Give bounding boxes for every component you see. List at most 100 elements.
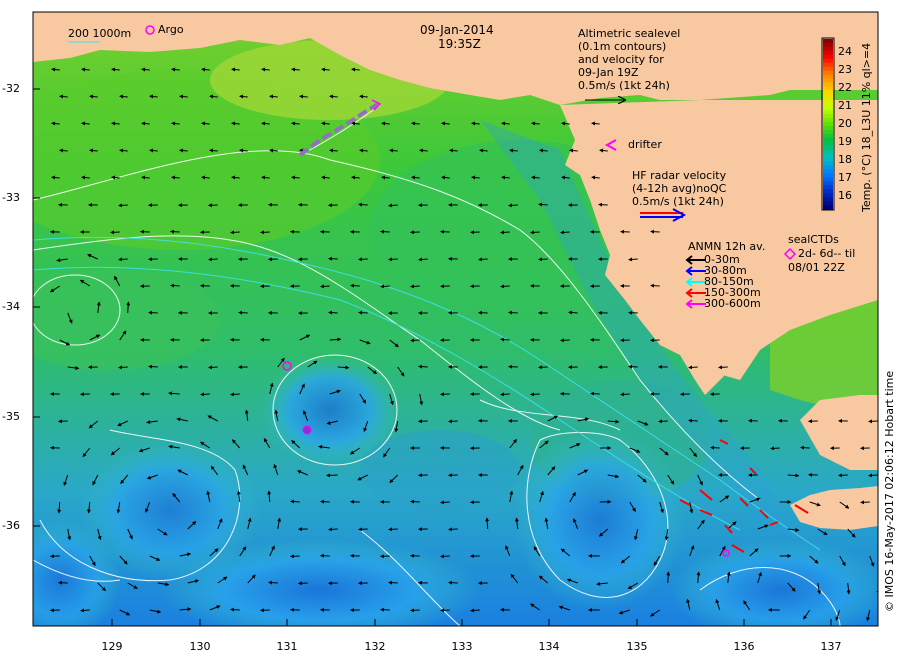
altimetry-legend-4: 09-Jan 19Z <box>578 66 639 79</box>
velocity-arrow <box>230 230 240 235</box>
argo-float <box>302 425 312 435</box>
velocity-arrow <box>418 364 428 369</box>
velocity-arrow <box>666 571 671 584</box>
velocity-arrow <box>628 364 638 369</box>
velocity-arrow <box>388 203 398 208</box>
velocity-arrow <box>448 419 458 424</box>
velocity-arrow <box>238 310 248 315</box>
velocity-arrow <box>508 203 518 208</box>
colorbar <box>821 37 835 211</box>
velocity-arrow <box>710 445 720 450</box>
colorbar-segment <box>823 114 833 119</box>
velocity-arrow <box>500 337 510 342</box>
colorbar-segment <box>823 133 833 139</box>
velocity-arrow <box>628 257 638 262</box>
colorbar-segment <box>823 173 833 178</box>
velocity-arrow <box>688 418 698 423</box>
velocity-arrow <box>148 364 158 369</box>
plot-date: 09-Jan-2014 <box>420 23 494 37</box>
velocity-arrow <box>568 310 578 315</box>
colorbar-segment <box>823 102 833 107</box>
colorbar-segment <box>823 106 833 111</box>
colorbar-segment <box>823 94 833 99</box>
velocity-arrow <box>118 257 128 262</box>
seal-legend-3: 08/01 22Z <box>788 261 845 274</box>
seal-legend-2: 2d- 6d-- til <box>798 247 856 260</box>
colorbar-segment <box>823 137 833 143</box>
sst-map <box>32 11 879 627</box>
velocity-arrow <box>500 392 510 397</box>
colorbar-segment <box>823 42 833 48</box>
velocity-arrow <box>388 257 398 262</box>
colorbar-segment <box>823 181 833 186</box>
colorbar-segment <box>823 86 833 91</box>
velocity-arrow <box>478 257 488 262</box>
colorbar-segment <box>823 185 833 190</box>
colorbar-segment <box>823 58 833 64</box>
colorbar-segment <box>823 74 833 80</box>
velocity-arrow <box>418 257 428 262</box>
colorbar-segment <box>823 82 833 88</box>
colorbar-tick: 19 <box>838 135 852 148</box>
velocity-arrow <box>718 365 728 370</box>
velocity-arrow <box>388 580 398 585</box>
velocity-arrow <box>500 230 510 235</box>
velocity-arrow <box>208 257 218 262</box>
velocity-arrow <box>328 310 338 315</box>
velocity-arrow <box>860 500 870 505</box>
x-tick-label: 134 <box>538 640 560 653</box>
velocity-arrow <box>658 419 668 424</box>
velocity-arrow <box>358 202 368 207</box>
seal-legend-1: sealCTDs <box>788 233 839 246</box>
velocity-arrow <box>620 392 630 397</box>
colorbar-tick: 21 <box>838 99 852 112</box>
x-tick-label: 136 <box>733 640 755 653</box>
y-tick-label: -32 <box>2 82 20 95</box>
velocity-arrow <box>380 284 390 289</box>
y-tick-label: -33 <box>2 191 20 204</box>
x-tick-label: 137 <box>820 640 842 653</box>
colorbar-segment <box>823 197 833 202</box>
velocity-arrow <box>440 500 450 505</box>
colorbar-segment <box>823 78 833 84</box>
altimetry-legend-5: 0.5m/s (1kt 24h) <box>578 79 670 92</box>
velocity-arrow <box>538 202 548 207</box>
velocity-arrow <box>838 473 848 478</box>
velocity-arrow <box>440 608 450 613</box>
velocity-arrow <box>230 392 240 397</box>
anmn-depth-4: 300-600m <box>704 297 761 310</box>
y-tick-label: -36 <box>2 519 20 532</box>
x-tick-label: 129 <box>101 640 123 653</box>
velocity-arrow <box>380 229 390 234</box>
colorbar-tick: 17 <box>838 171 852 184</box>
velocity-arrow <box>148 310 158 315</box>
velocity-arrow <box>358 310 368 315</box>
velocity-arrow <box>688 365 698 370</box>
velocity-arrow <box>410 499 420 504</box>
velocity-arrow <box>448 580 458 585</box>
altimetry-legend-1: Altimetric sealevel <box>578 27 681 40</box>
colorbar-segment <box>823 110 833 115</box>
velocity-arrow <box>530 230 540 235</box>
colorbar-segment <box>823 157 833 163</box>
velocity-arrow <box>380 607 390 612</box>
velocity-arrow <box>337 365 350 370</box>
velocity-arrow <box>500 284 510 289</box>
altimetry-legend-2: (0.1m contours) <box>578 40 667 53</box>
velocity-arrow <box>470 608 480 613</box>
colorbar-segment <box>823 145 833 151</box>
colorbar-segment <box>823 205 833 210</box>
colorbar-segment <box>823 62 833 68</box>
colorbar-tick: 23 <box>838 63 852 76</box>
velocity-arrow <box>230 607 240 612</box>
credit-text: © IMOS 16-May-2017 02:06:12 Hobart time <box>883 370 896 612</box>
velocity-arrow <box>170 283 180 288</box>
colorbar-segment <box>823 66 833 72</box>
colorbar-segment <box>823 118 833 123</box>
colorbar-segment <box>823 125 833 131</box>
velocity-arrow <box>538 257 548 262</box>
colorbar-segment <box>823 50 833 56</box>
velocity-arrow <box>560 230 570 235</box>
velocity-arrow <box>410 284 420 289</box>
velocity-arrow <box>118 365 128 370</box>
